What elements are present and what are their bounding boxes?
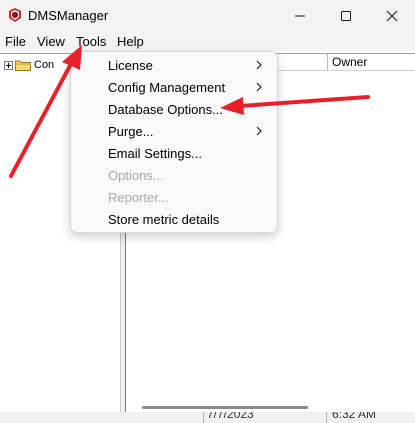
menu-item-label: Reporter... <box>108 190 169 205</box>
menu-item-label: License <box>108 58 153 73</box>
menu-bar: File View Tools Help <box>0 32 415 51</box>
menu-help[interactable]: Help <box>117 34 144 49</box>
status-separator <box>203 412 204 423</box>
tree-expand-icon[interactable] <box>4 60 13 70</box>
menu-item-database-options[interactable]: Database Options... <box>71 98 277 120</box>
app-icon <box>9 8 21 22</box>
menu-view[interactable]: View <box>37 34 65 49</box>
menu-item-config-management[interactable]: Config Management <box>71 76 277 98</box>
tree-root-label: Con <box>34 59 55 71</box>
minimize-icon <box>295 15 305 17</box>
close-icon <box>386 10 398 22</box>
menu-item-label: Purge... <box>108 124 154 139</box>
tools-dropdown-menu: License Config Management Database Optio… <box>70 51 278 233</box>
tree-root-node[interactable]: Con <box>4 58 54 72</box>
horizontal-scrollbar[interactable] <box>142 406 308 409</box>
column-header-owner[interactable]: Owner <box>332 55 367 69</box>
menu-item-label: Email Settings... <box>108 146 202 161</box>
maximize-icon <box>341 11 351 21</box>
menu-item-options: Options... <box>71 164 277 186</box>
folder-icon <box>15 60 31 71</box>
status-time: 6:32 AM <box>332 412 377 421</box>
menu-item-email-settings[interactable]: Email Settings... <box>71 142 277 164</box>
app-window: DMSManager File View Tools Help Con Owne… <box>0 0 415 423</box>
menu-item-store-metric-details[interactable]: Store metric details <box>71 208 277 230</box>
chevron-right-icon <box>256 126 262 136</box>
status-separator <box>326 412 327 423</box>
window-title: DMSManager <box>28 8 109 23</box>
menu-item-label: Store metric details <box>108 212 220 227</box>
minimize-button[interactable] <box>277 0 323 32</box>
menu-item-label: Options... <box>108 168 164 183</box>
menu-tools[interactable]: Tools <box>76 34 106 49</box>
close-button[interactable] <box>369 0 415 32</box>
status-bar: 7/7/2023 6:32 AM <box>0 412 415 423</box>
column-divider[interactable] <box>327 54 328 70</box>
menu-item-label: Config Management <box>108 80 226 95</box>
menu-item-label: Database Options... <box>108 102 223 117</box>
menu-file[interactable]: File <box>5 34 26 49</box>
maximize-button[interactable] <box>323 0 369 32</box>
menu-item-purge[interactable]: Purge... <box>71 120 277 142</box>
menu-item-reporter: Reporter... <box>71 186 277 208</box>
chevron-right-icon <box>256 60 262 70</box>
menu-item-license[interactable]: License <box>71 54 277 76</box>
status-date: 7/7/2023 <box>207 412 254 421</box>
title-bar[interactable]: DMSManager <box>0 0 415 32</box>
chevron-right-icon <box>256 82 262 92</box>
